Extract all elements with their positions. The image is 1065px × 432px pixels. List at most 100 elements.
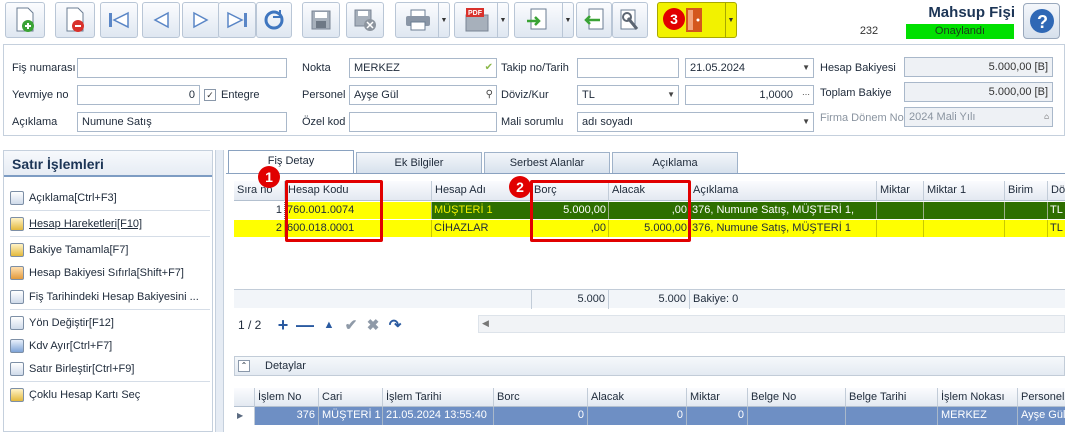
pdf-export-button[interactable]: PDF ▼ — [454, 2, 509, 38]
date-dropdown-icon[interactable]: ▼ — [802, 59, 810, 77]
col-islem-no[interactable]: İşlem No — [255, 388, 319, 407]
cell-belge-tarihi[interactable] — [846, 407, 938, 425]
action-coklu-hesap-karti[interactable]: Çoklu Hesap Kartı Seç — [10, 385, 140, 405]
cell-doviz[interactable]: TL — [1048, 202, 1065, 219]
action-fis-tarihindeki-bakiye[interactable]: Fiş Tarihindeki Hesap Bakiyesini ... — [10, 287, 199, 307]
cell-hesap-adi[interactable]: CİHAZLAR — [432, 220, 531, 237]
yevmiye-no-input[interactable]: 0 — [77, 85, 200, 105]
scroll-left-icon[interactable]: ◀ — [482, 318, 489, 329]
refresh-button[interactable] — [256, 2, 292, 38]
col-miktar[interactable]: Miktar — [877, 181, 924, 201]
action-kdv-ayir[interactable]: Kdv Ayır[Ctrl+F7] — [10, 336, 112, 356]
previous-record-button[interactable] — [142, 2, 180, 38]
col-cari[interactable]: Cari — [319, 388, 383, 407]
tab-ek-bilgiler[interactable]: Ek Bilgiler — [356, 152, 482, 173]
takip-no-input[interactable] — [577, 58, 679, 78]
nokta-input[interactable]: MERKEZ ✔ — [349, 58, 497, 78]
cell-doviz[interactable]: TL — [1048, 220, 1065, 237]
detaylar-bar[interactable]: ⌃ Detaylar — [234, 356, 1065, 376]
doviz-select[interactable]: TL ▼ — [577, 85, 679, 105]
cell-personel[interactable]: Ayşe Gül — [1018, 407, 1065, 425]
delete-document-button[interactable] — [55, 2, 95, 38]
user-lookup-icon[interactable]: ⚲ — [486, 86, 493, 104]
col-islem-tarihi[interactable]: İşlem Tarihi — [383, 388, 494, 407]
print-button[interactable]: ▼ — [395, 2, 450, 38]
cell-miktar[interactable] — [877, 220, 924, 237]
kur-input[interactable]: 1,0000 ⋯ — [685, 85, 814, 105]
cell-belge-no[interactable] — [748, 407, 846, 425]
action-bakiye-tamamla[interactable]: Bakiye Tamamla[F7] — [10, 240, 128, 260]
action-hesap-bakiyesi-sifirla[interactable]: Hesap Bakiyesi Sıfırla[Shift+F7] — [10, 263, 184, 283]
cell-borc[interactable]: 0 — [494, 407, 588, 425]
ozel-kod-input[interactable] — [349, 112, 497, 132]
new-document-button[interactable] — [5, 2, 45, 38]
personel-input[interactable]: Ayşe Gül ⚲ — [349, 85, 497, 105]
cell-islem-no[interactable]: 376 — [255, 407, 319, 425]
cell-miktar-1[interactable] — [924, 220, 1005, 237]
cell-sira[interactable]: 1 — [234, 202, 285, 219]
kur-spin-icon[interactable]: ⋯ — [802, 86, 810, 104]
cell-islem-nokasi[interactable]: MERKEZ — [938, 407, 1018, 425]
save-close-button[interactable] — [346, 2, 384, 38]
col-personel[interactable]: Personel — [1018, 388, 1065, 407]
col-miktar[interactable]: Miktar — [687, 388, 748, 407]
tab-serbest-alanlar[interactable]: Serbest Alanlar — [484, 152, 610, 173]
fis-numarasi-input[interactable] — [77, 58, 287, 78]
entegre-checkbox[interactable]: ✓ — [204, 89, 216, 101]
cell-aciklama[interactable]: 376, Numune Satış, MÜŞTERİ 1 — [690, 220, 877, 237]
cancel-icon[interactable]: ✖ — [364, 316, 382, 334]
cell-miktar-1[interactable] — [924, 202, 1005, 219]
col-belge-no[interactable]: Belge No — [748, 388, 846, 407]
last-record-button[interactable] — [218, 2, 256, 38]
help-button[interactable]: ? — [1023, 3, 1060, 39]
cell-birim[interactable] — [1005, 202, 1048, 219]
col-doviz[interactable]: Döviz — [1048, 181, 1065, 201]
pdf-dropdown-arrow[interactable]: ▼ — [497, 3, 508, 37]
import-dropdown-arrow[interactable]: ▼ — [562, 3, 573, 37]
collapse-icon[interactable]: ⌃ — [238, 360, 250, 372]
col-borc[interactable]: Borc — [494, 388, 588, 407]
tools-button[interactable] — [612, 2, 648, 38]
col-islem-nokasi[interactable]: İşlem Nokası — [938, 388, 1018, 407]
add-row-icon[interactable]: + — [274, 315, 292, 335]
cell-hesap-adi[interactable]: MÜŞTERİ 1 — [432, 202, 531, 219]
panel-splitter[interactable] — [215, 150, 224, 432]
action-aciklama[interactable]: Açıklama[Ctrl+F3] — [10, 188, 117, 208]
col-belge-tarihi[interactable]: Belge Tarihi — [846, 388, 938, 407]
confirm-icon[interactable]: ✔ — [342, 316, 360, 334]
save-button[interactable] — [302, 2, 340, 38]
first-record-button[interactable] — [100, 2, 138, 38]
undo-icon[interactable]: ↷ — [386, 316, 404, 334]
cell-cari[interactable]: MÜŞTERİ 1 — [319, 407, 383, 425]
cell-sira[interactable]: 2 — [234, 220, 285, 237]
next-record-button[interactable] — [182, 2, 220, 38]
col-miktar-1[interactable]: Miktar 1 — [924, 181, 1005, 201]
lookup-check-icon[interactable]: ✔ — [485, 59, 493, 77]
cell-miktar[interactable]: 0 — [687, 407, 748, 425]
tab-fis-detay[interactable]: Fiş Detay — [228, 150, 354, 174]
cell-birim[interactable] — [1005, 220, 1048, 237]
mali-sorumlu-dropdown-icon[interactable]: ▼ — [802, 113, 810, 131]
cell-islem-tarihi[interactable]: 21.05.2024 13:55:40 — [383, 407, 494, 425]
back-button[interactable] — [576, 2, 612, 38]
action-yon-degistir[interactable]: Yön Değiştir[F12] — [10, 313, 114, 333]
exit-dropdown-arrow[interactable]: ▼ — [725, 3, 736, 37]
cell-aciklama[interactable]: 376, Numune Satış, MÜŞTERİ 1, — [690, 202, 877, 219]
col-alacak[interactable]: Alacak — [588, 388, 687, 407]
action-satir-birlestir[interactable]: Satır Birleştir[Ctrl+F9] — [10, 359, 134, 379]
aciklama-input[interactable]: Numune Satış — [77, 112, 287, 132]
cell-miktar[interactable] — [877, 202, 924, 219]
print-dropdown-arrow[interactable]: ▼ — [438, 3, 449, 37]
horizontal-scrollbar[interactable]: ◀ — [478, 315, 1065, 333]
import-button[interactable]: ▼ — [514, 2, 574, 38]
tarih-input[interactable]: 21.05.2024 ▼ — [685, 58, 814, 78]
table-row[interactable]: ▶ 376 MÜŞTERİ 1 21.05.2024 13:55:40 0 0 … — [234, 407, 1065, 425]
remove-row-icon[interactable]: — — [296, 315, 314, 335]
doviz-dropdown-icon[interactable]: ▼ — [667, 86, 675, 104]
action-hesap-hareketleri[interactable]: Hesap Hareketleri[F10] — [10, 214, 142, 234]
move-up-icon[interactable]: ▲ — [320, 316, 338, 334]
cell-alacak[interactable]: 0 — [588, 407, 687, 425]
tab-aciklama[interactable]: Açıklama — [612, 152, 738, 173]
col-birim[interactable]: Birim — [1005, 181, 1048, 201]
mali-sorumlu-select[interactable]: adı soyadı ▼ — [577, 112, 814, 132]
